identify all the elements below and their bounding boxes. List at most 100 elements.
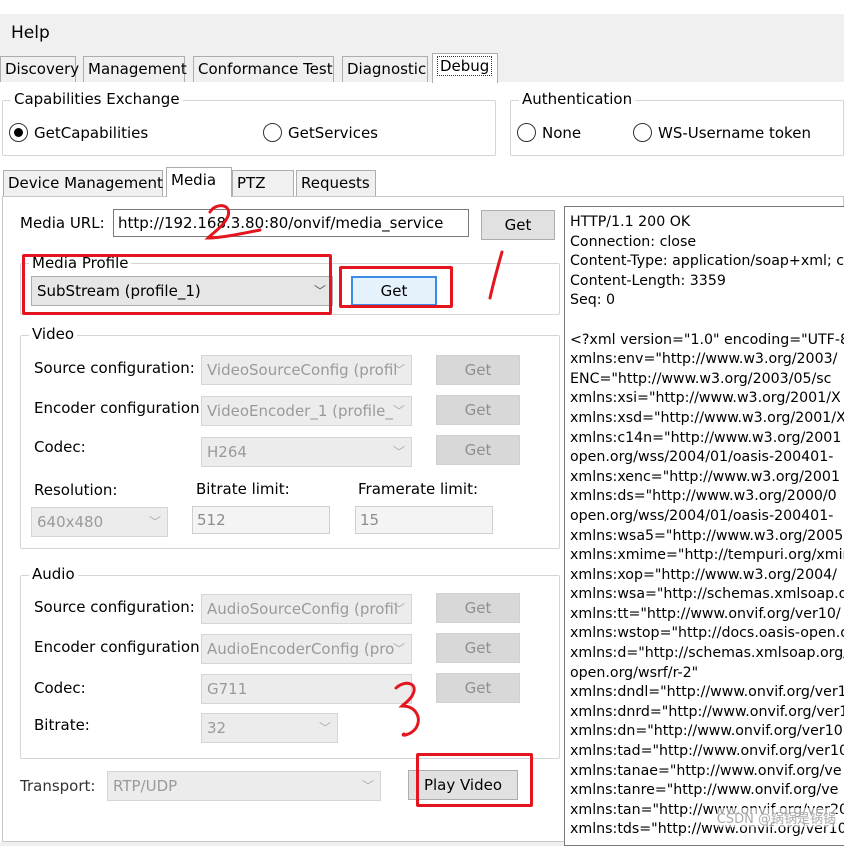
tab-debug[interactable]: Debug xyxy=(432,53,498,83)
video-encoder-value: VideoEncoder_1 (profile_ xyxy=(207,402,393,420)
radio-ws-username-label: WS-Username token xyxy=(658,124,811,142)
audio-codec-label: Codec: xyxy=(34,679,86,697)
media-url-input[interactable]: http://192.168.3.80:80/onvif/media_servi… xyxy=(113,209,469,237)
response-line: xmlns:xop="http://www.w3.org/2004/ xyxy=(570,566,844,586)
audio-encoder-select: AudioEncoderConfig (pro ﹀ xyxy=(201,634,412,664)
tab-management[interactable]: Management xyxy=(83,56,185,82)
response-line: xmlns:xsi="http://www.w3.org/2001/X xyxy=(570,389,844,409)
audio-codec-get-button: Get xyxy=(436,673,520,703)
watermark: CSDN @锅锅是锅锅 xyxy=(717,808,836,827)
audio-codec-value: G711 xyxy=(207,680,247,698)
audio-bitrate-select: 32 ﹀ xyxy=(201,713,338,743)
media-profile-get-button[interactable]: Get xyxy=(351,276,437,306)
capabilities-group: Capabilities Exchange GetCapabilities Ge… xyxy=(2,100,496,156)
response-line: xmlns:wsa="http://schemas.xmlsoap.o xyxy=(570,585,844,605)
video-framerate-label: Framerate limit: xyxy=(358,480,478,498)
video-framerate-input: 15 xyxy=(355,506,493,534)
tab-media[interactable]: Media xyxy=(166,167,232,197)
radio-getcapabilities[interactable]: GetCapabilities xyxy=(9,123,148,142)
response-line: Content-Length: 3359 xyxy=(570,272,844,292)
video-bitrate-label: Bitrate limit: xyxy=(196,480,290,498)
response-line: Connection: close xyxy=(570,233,844,253)
response-line xyxy=(570,311,844,331)
tab-conformance-test[interactable]: Conformance Test xyxy=(193,56,334,82)
transport-value: RTP/UDP xyxy=(113,777,177,795)
response-line: xmlns:ds="http://www.w3.org/2000/0 xyxy=(570,487,844,507)
response-line: open.org/wsrf/r-2" xyxy=(570,664,844,684)
response-line: xmlns:xmime="http://tempuri.org/xmime xyxy=(570,546,844,566)
response-line: <?xml version="1.0" encoding="UTF-8 xyxy=(570,331,844,351)
tab-device-management[interactable]: Device Management xyxy=(3,170,163,196)
response-line: Content-Type: application/soap+xml; cl xyxy=(570,252,844,272)
video-encoder-label: Encoder configuration: xyxy=(34,399,205,417)
video-bitrate-input: 512 xyxy=(192,506,330,534)
chevron-down-icon: ﹀ xyxy=(393,356,405,384)
video-encoder-get-button: Get xyxy=(436,395,520,425)
response-line: xmlns:xenc="http://www.w3.org/2001 xyxy=(570,468,844,488)
response-line: xmlns:tad="http://www.onvif.org/ver10 xyxy=(570,742,844,762)
audio-encoder-get-button: Get xyxy=(436,633,520,663)
audio-title: Audio xyxy=(29,565,78,583)
radio-none[interactable]: None xyxy=(517,123,581,142)
response-line: xmlns:dn="http://www.onvif.org/ver10 xyxy=(570,722,844,742)
radio-getservices[interactable]: GetServices xyxy=(263,123,378,142)
audio-source-value: AudioSourceConfig (profil xyxy=(207,600,398,618)
media-url-get-button[interactable]: Get xyxy=(481,210,555,240)
audio-group: Audio Source configuration: AudioSourceC… xyxy=(20,575,560,759)
chevron-down-icon: ﹀ xyxy=(149,508,161,536)
radio-unchecked-icon xyxy=(517,123,536,142)
radio-getservices-label: GetServices xyxy=(288,124,378,142)
response-line: xmlns:xsd="http://www.w3.org/2001/X xyxy=(570,409,844,429)
video-group: Video Source configuration: VideoSourceC… xyxy=(20,335,560,549)
response-line: xmlns:dndl="http://www.onvif.org/ver1 xyxy=(570,683,844,703)
response-line: xmlns:tanre="http://www.onvif.org/ve xyxy=(570,781,844,801)
media-profile-title: Media Profile xyxy=(29,254,131,272)
menu-help[interactable]: Help xyxy=(11,23,50,43)
audio-source-label: Source configuration: xyxy=(34,598,195,616)
radio-getcapabilities-label: GetCapabilities xyxy=(34,124,148,142)
response-line: ENC="http://www.w3.org/2003/05/sc xyxy=(570,370,844,390)
chevron-down-icon: ﹀ xyxy=(393,438,405,466)
chevron-down-icon: ﹀ xyxy=(362,772,374,800)
response-textarea[interactable]: HTTP/1.1 200 OKConnection: closeContent-… xyxy=(564,206,844,846)
response-line: open.org/wss/2004/01/oasis-200401- xyxy=(570,448,844,468)
tab-debug-label: Debug xyxy=(437,56,492,76)
video-encoder-select: VideoEncoder_1 (profile_ ﹀ xyxy=(201,396,412,426)
transport-select: RTP/UDP ﹀ xyxy=(107,771,381,801)
tab-diagnostic[interactable]: Diagnostic xyxy=(342,56,428,82)
audio-codec-select: G711 xyxy=(201,674,412,704)
chevron-down-icon: ﹀ xyxy=(314,277,326,305)
chevron-down-icon: ﹀ xyxy=(393,595,405,623)
tab-discovery[interactable]: Discovery xyxy=(0,56,76,82)
play-video-button[interactable]: Play Video xyxy=(408,770,518,800)
tab-ptz[interactable]: PTZ xyxy=(232,170,294,196)
video-source-label: Source configuration: xyxy=(34,359,195,377)
response-line: xmlns:d="http://schemas.xmlsoap.org/ xyxy=(570,644,844,664)
response-line: xmlns:env="http://www.w3.org/2003/ xyxy=(570,350,844,370)
authentication-title: Authentication xyxy=(519,90,635,108)
radio-ws-username[interactable]: WS-Username token xyxy=(633,123,811,142)
media-profile-select[interactable]: SubStream (profile_1) ﹀ xyxy=(31,276,333,306)
audio-bitrate-value: 32 xyxy=(207,719,226,737)
audio-source-select: AudioSourceConfig (profil ﹀ xyxy=(201,594,412,624)
media-profile-value: SubStream (profile_1) xyxy=(37,282,201,300)
menu-bar: Help xyxy=(0,14,844,52)
response-line: xmlns:wstop="http://docs.oasis-open.o xyxy=(570,624,844,644)
video-codec-label: Codec: xyxy=(34,438,86,456)
sub-tab-strip: Device Management Media PTZ Requests xyxy=(0,170,844,196)
video-source-get-button: Get xyxy=(436,355,520,385)
chevron-down-icon: ﹀ xyxy=(393,635,405,663)
response-line: xmlns:tt="http://www.onvif.org/ver10/ xyxy=(570,605,844,625)
audio-bitrate-label: Bitrate: xyxy=(34,716,90,734)
video-source-select: VideoSourceConfig (profil ﹀ xyxy=(201,355,412,385)
audio-encoder-label: Encoder configuration: xyxy=(34,638,205,656)
video-title: Video xyxy=(29,325,77,343)
media-url-label: Media URL: xyxy=(20,214,105,232)
main-tab-strip: Discovery Management Conformance Test Di… xyxy=(0,56,844,82)
chevron-down-icon: ﹀ xyxy=(319,714,331,742)
chevron-down-icon: ﹀ xyxy=(393,397,405,425)
tab-requests[interactable]: Requests xyxy=(296,170,376,196)
video-resolution-value: 640x480 xyxy=(37,513,103,531)
response-line: xmlns:wsa5="http://www.w3.org/2005 xyxy=(570,527,844,547)
transport-label: Transport: xyxy=(20,777,95,795)
